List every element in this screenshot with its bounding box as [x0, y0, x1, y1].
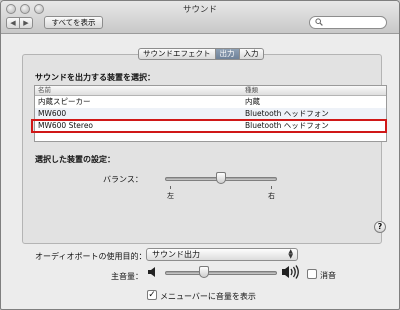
forward-button[interactable]: ▶ [19, 17, 33, 29]
table-row[interactable]: MW600 Bluetooth ヘッドフォン [35, 108, 386, 119]
tab-input[interactable]: 入力 [238, 48, 264, 60]
device-name: MW600 [38, 109, 67, 118]
back-button[interactable]: ◀ [6, 17, 20, 29]
popup-arrows-icon: ▲ ▼ [288, 248, 293, 260]
title-bar: サウンド ◀ ▶ すべてを表示 [1, 1, 399, 34]
balance-right-label: 右 [268, 192, 275, 200]
help-button[interactable]: ? [374, 221, 386, 233]
table-header: 名前 種類 [35, 86, 386, 96]
mute-label: 消音 [320, 271, 336, 280]
volume-slider[interactable] [165, 271, 277, 275]
output-device-table: 名前 種類 内蔵スピーカー 内蔵 MW600 Bluetooth ヘッドフォン … [34, 85, 387, 142]
selected-device-highlight [31, 119, 387, 133]
tab-output[interactable]: 出力 [214, 48, 240, 60]
balance-tick-left [170, 186, 171, 189]
device-settings-heading: 選択した装置の設定： [35, 155, 115, 164]
window-title: サウンド [182, 5, 217, 15]
audio-port-label: オーディオポートの使用目的： [35, 252, 147, 261]
back-arrow-icon: ◀ [10, 19, 16, 27]
volume-slider-knob[interactable] [199, 266, 210, 278]
balance-tick-right [271, 186, 272, 189]
show-all-button[interactable]: すべてを表示 [44, 16, 103, 29]
volume-label: 主音量： [111, 272, 143, 281]
forward-arrow-icon: ▶ [23, 19, 29, 27]
column-header-name[interactable]: 名前 [38, 86, 51, 95]
column-header-type[interactable]: 種類 [245, 86, 258, 95]
balance-left-label: 左 [167, 192, 174, 200]
search-icon [315, 18, 323, 28]
mute-checkbox[interactable] [307, 269, 317, 279]
checkmark-icon: ✓ [148, 290, 156, 300]
audio-port-popup[interactable]: サウンド出力 ▲ ▼ [146, 248, 298, 261]
tab-sound-effects[interactable]: サウンドエフェクト [138, 48, 216, 60]
show-volume-in-menu-bar-checkbox[interactable]: ✓ [147, 290, 157, 300]
speaker-high-icon [282, 265, 300, 282]
tab-bar: サウンドエフェクト 出力 入力 [138, 48, 264, 60]
device-type: Bluetooth ヘッドフォン [245, 109, 329, 118]
balance-slider-knob[interactable] [216, 172, 226, 184]
table-row[interactable]: 内蔵スピーカー 内蔵 [35, 96, 386, 107]
show-volume-in-menu-bar-label: メニューバーに音量を表示 [160, 292, 256, 301]
sound-preferences-window: サウンド ◀ ▶ すべてを表示 サウンドエフェクト 出力 入力 サウンドを出力す… [0, 0, 400, 310]
speaker-low-icon [148, 267, 157, 280]
balance-label: バランス： [103, 175, 143, 184]
search-field[interactable] [309, 16, 387, 29]
audio-port-selected: サウンド出力 [152, 250, 200, 259]
device-select-heading: サウンドを出力する装置を選択： [35, 73, 155, 82]
device-name: 内蔵スピーカー [38, 97, 91, 106]
device-type: 内蔵 [245, 97, 260, 106]
